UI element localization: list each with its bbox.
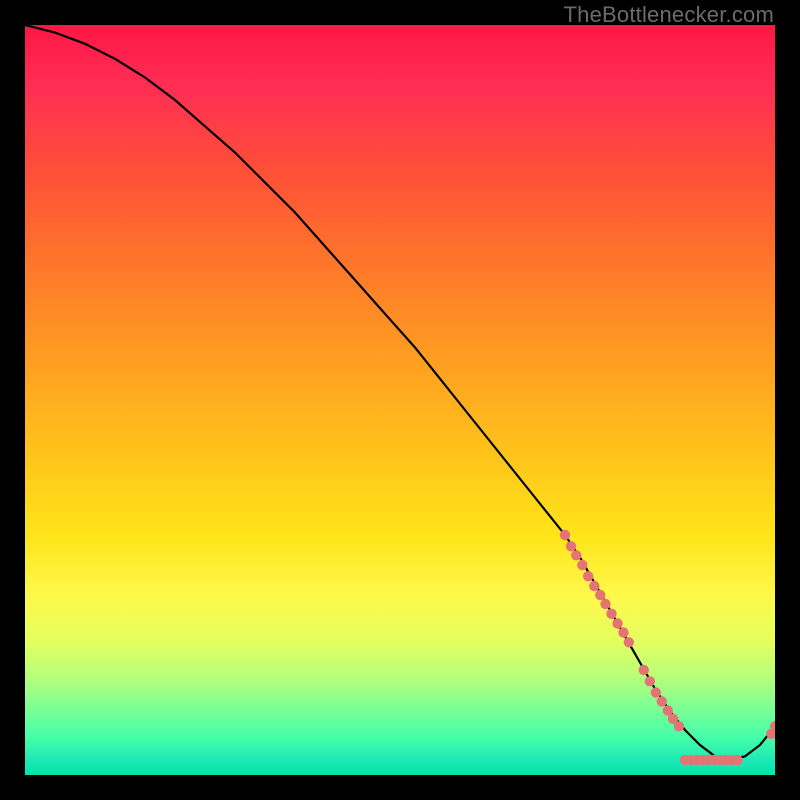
data-marker [618,627,628,637]
data-marker [674,721,684,731]
data-marker [651,687,661,697]
data-marker [657,696,667,706]
data-marker [595,590,605,600]
plot-area [25,25,775,775]
data-marker [600,599,610,609]
chart-frame: TheBottlenecker.com [0,0,800,800]
data-marker [571,550,581,560]
marker-group [560,530,775,765]
data-marker [639,665,649,675]
data-marker [566,541,576,551]
data-marker [560,530,570,540]
data-marker [732,755,742,765]
curve-line [25,25,775,760]
data-marker [589,581,599,591]
data-marker [612,618,622,628]
data-marker [583,571,593,581]
data-marker [577,560,587,570]
data-marker [606,609,616,619]
chart-svg [25,25,775,775]
data-marker [624,637,634,647]
data-marker [645,676,655,686]
